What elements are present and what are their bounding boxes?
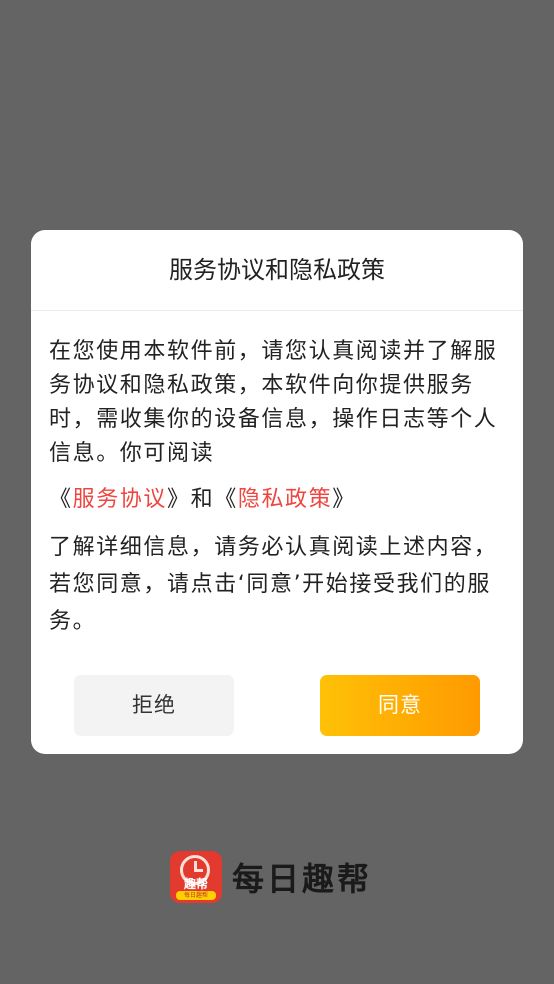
detail-text: 了解详细信息，请务必认真阅读上述内容，若您同意，请点击‘同意’开始接受我们的服务… <box>49 535 498 634</box>
policy-links: 《服务协议》和《隐私政策》 <box>49 483 505 517</box>
and-text: 和 <box>190 487 215 512</box>
privacy-dialog: 服务协议和隐私政策 在您使用本软件前，请您认真阅读并了解服务协议和隐私政策，本软… <box>31 230 523 754</box>
app-name: 每日趣帮 <box>232 860 373 898</box>
logo-text: 趣帮 <box>183 877 208 891</box>
reject-button[interactable]: 拒绝 <box>74 675 234 736</box>
app-brand: 趣帮 每日趣帮 每日趣帮 <box>170 851 372 903</box>
intro-text: 在您使用本软件前，请您认真阅读并了解服务协议和隐私政策，本软件向你提供服务时，需… <box>49 339 498 466</box>
dialog-buttons: 拒绝 同意 <box>31 675 523 736</box>
dialog-body: 在您使用本软件前，请您认真阅读并了解服务协议和隐私政策，本软件向你提供服务时，需… <box>31 311 523 640</box>
bracket-close: 》 <box>332 487 356 512</box>
agree-button[interactable]: 同意 <box>320 675 480 736</box>
privacy-policy-link[interactable]: 隐私政策 <box>238 487 332 512</box>
app-logo-icon: 趣帮 每日趣帮 <box>170 851 222 903</box>
bracket-open: 《 <box>214 487 238 512</box>
bracket-open: 《 <box>49 487 73 512</box>
logo-band: 每日趣帮 <box>176 891 216 900</box>
dialog-title: 服务协议和隐私政策 <box>31 230 523 311</box>
bracket-close: 》 <box>167 487 191 512</box>
service-agreement-link[interactable]: 服务协议 <box>73 487 167 512</box>
